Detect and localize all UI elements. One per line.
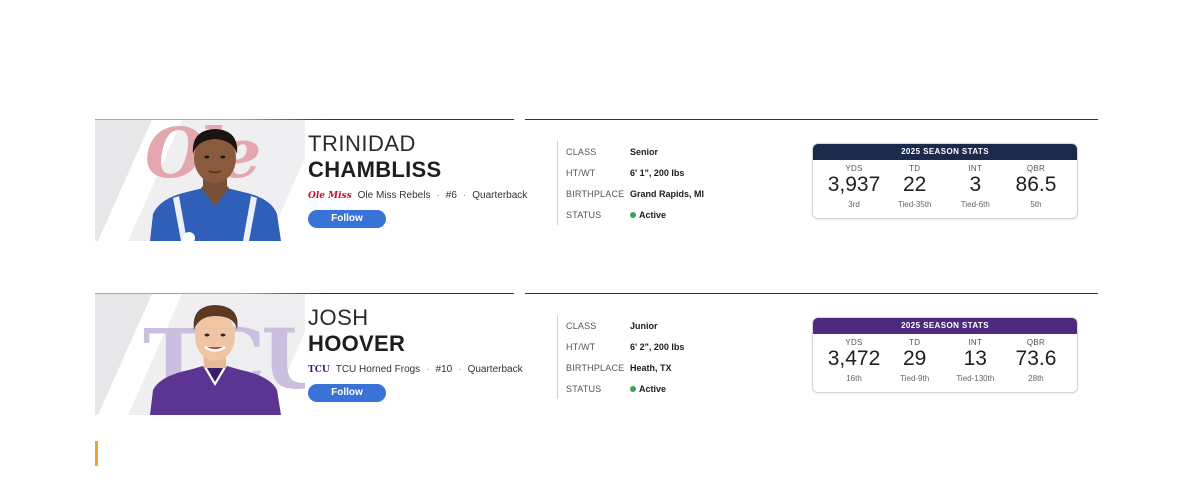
stat-rank: 5th (1030, 200, 1042, 209)
stat-qbr: QBR 73.6 28th (1007, 338, 1065, 383)
stat-rank: 28th (1028, 374, 1044, 383)
player-meta: Ole Miss Ole Miss Rebels · #6 · Quarterb… (308, 190, 527, 201)
jersey-number: #10 (435, 364, 453, 375)
bio-label: STATUS (566, 383, 602, 394)
status-active-dot-icon (630, 211, 636, 218)
bio-value: Junior (630, 320, 658, 331)
stat-label: QBR (1026, 338, 1046, 347)
season-stats-title: 2025 SEASON STATS (813, 144, 1077, 160)
jersey-number: #6 (445, 190, 457, 201)
season-stats-box: 2025 SEASON STATS YDS 3,937 3rd TD 22 Ti… (812, 143, 1078, 219)
stat-rank: Tied-9th (900, 374, 930, 383)
stat-value: 13 (963, 347, 987, 370)
team-name-link[interactable]: TCU Horned Frogs (336, 364, 420, 375)
bio-label: BIRTHPLACE (566, 188, 625, 199)
player-position: Quarterback (472, 190, 528, 201)
separator-dot: · (436, 190, 440, 201)
bio-label: HT/WT (566, 341, 596, 352)
stat-value: 73.6 (1015, 347, 1057, 370)
stats-grid: YDS 3,937 3rd TD 22 Tied-35th INT 3 Tied… (813, 164, 1077, 209)
stat-rank: 16th (846, 374, 862, 383)
player-name-block: JOSH HOOVER TCU TCU Horned Frogs · #10 ·… (308, 305, 523, 402)
stat-rank: Tied-130th (956, 374, 995, 383)
status-text: Active (639, 383, 667, 394)
stat-label: INT (968, 338, 983, 347)
player-card-chambliss: Ole TRINIDAD CHAMBLISS Ole Miss Ole Miss… (95, 119, 1098, 244)
stat-value: 3,472 (827, 347, 881, 370)
status-active-dot-icon (630, 385, 636, 392)
follow-button[interactable]: Follow (308, 384, 386, 402)
follow-button[interactable]: Follow (308, 210, 386, 228)
bio-row-birthplace: BIRTHPLACE Heath, TX (566, 357, 684, 378)
stat-rank: 3rd (848, 200, 860, 209)
bio-label: STATUS (566, 209, 602, 220)
season-stats-box: 2025 SEASON STATS YDS 3,472 16th TD 29 T… (812, 317, 1078, 393)
stat-int: INT 3 Tied-6th (946, 164, 1004, 209)
player-last-name[interactable]: HOOVER (308, 331, 523, 357)
stat-rank: Tied-6th (960, 200, 990, 209)
stats-grid: YDS 3,472 16th TD 29 Tied-9th INT 13 Tie… (813, 338, 1077, 383)
player-card-hoover: TCU JOSH HOOVER TCU TCU Horned Frogs · #… (95, 293, 1098, 418)
player-last-name[interactable]: CHAMBLISS (308, 157, 527, 183)
stat-value: 29 (902, 347, 927, 370)
stat-label: YDS (845, 164, 863, 173)
bio-label: BIRTHPLACE (566, 362, 625, 373)
tcu-logo-icon: TCU (308, 364, 330, 375)
stat-value: 3,937 (827, 173, 881, 196)
player-bio: CLASS Senior HT/WT 6' 1", 200 lbs BIRTHP… (557, 141, 704, 225)
player-photo[interactable]: TCU (95, 294, 305, 415)
player-headshot-image (150, 129, 281, 241)
stat-label: INT (968, 164, 983, 173)
stat-yds: YDS 3,472 16th (825, 338, 883, 383)
player-first-name: JOSH (308, 305, 369, 330)
player-name-block: TRINIDAD CHAMBLISS Ole Miss Ole Miss Reb… (308, 131, 527, 228)
bio-row-class: CLASS Junior (566, 315, 684, 336)
player-meta: TCU TCU Horned Frogs · #10 · Quarterback (308, 364, 523, 375)
accent-marker (95, 441, 98, 466)
bio-row-class: CLASS Senior (566, 141, 704, 162)
bio-value: Heath, TX (630, 362, 672, 373)
bio-label: CLASS (566, 146, 597, 157)
player-first-name: TRINIDAD (308, 131, 416, 156)
stat-int: INT 13 Tied-130th (946, 338, 1004, 383)
separator-dot: · (426, 364, 430, 375)
player-bio: CLASS Junior HT/WT 6' 2", 200 lbs BIRTHP… (557, 315, 684, 399)
card-top-rule-right (525, 119, 1098, 120)
stat-value: 3 (969, 173, 982, 196)
stat-label: YDS (845, 338, 863, 347)
player-photo[interactable]: Ole (95, 120, 305, 241)
separator-dot: · (462, 190, 467, 201)
status-text: Active (639, 209, 667, 220)
ole-miss-logo-icon: Ole Miss (308, 190, 352, 201)
bio-value: 6' 1", 200 lbs (630, 167, 685, 178)
season-stats-title: 2025 SEASON STATS (813, 318, 1077, 334)
stat-value: 22 (902, 173, 927, 196)
bio-value: Grand Rapids, MI (630, 188, 705, 199)
stat-rank: Tied-35th (897, 200, 932, 209)
bio-value-status: Active (630, 384, 666, 394)
stat-label: QBR (1026, 164, 1046, 173)
bio-label: HT/WT (566, 167, 596, 178)
separator-dot: · (458, 364, 462, 375)
bio-label: CLASS (566, 320, 597, 331)
bio-value: 6' 2", 200 lbs (630, 341, 685, 352)
stat-td: TD 29 Tied-9th (886, 338, 944, 383)
stat-td: TD 22 Tied-35th (886, 164, 944, 209)
bio-row-htwt: HT/WT 6' 1", 200 lbs (566, 162, 704, 183)
bio-row-status: STATUS Active (566, 378, 684, 399)
bio-row-status: STATUS Active (566, 204, 704, 225)
player-position: Quarterback (467, 364, 523, 375)
team-name-link[interactable]: Ole Miss Rebels (358, 190, 431, 201)
stat-yds: YDS 3,937 3rd (825, 164, 883, 209)
bio-value: Senior (630, 146, 659, 157)
player-headshot-image (150, 305, 281, 415)
stat-label: TD (909, 338, 921, 347)
stat-value: 86.5 (1015, 173, 1057, 196)
stat-qbr: QBR 86.5 5th (1007, 164, 1065, 209)
bio-value-status: Active (630, 210, 666, 220)
bio-row-birthplace: BIRTHPLACE Grand Rapids, MI (566, 183, 704, 204)
card-top-rule-right (525, 293, 1098, 294)
stat-label: TD (909, 164, 921, 173)
bio-row-htwt: HT/WT 6' 2", 200 lbs (566, 336, 684, 357)
